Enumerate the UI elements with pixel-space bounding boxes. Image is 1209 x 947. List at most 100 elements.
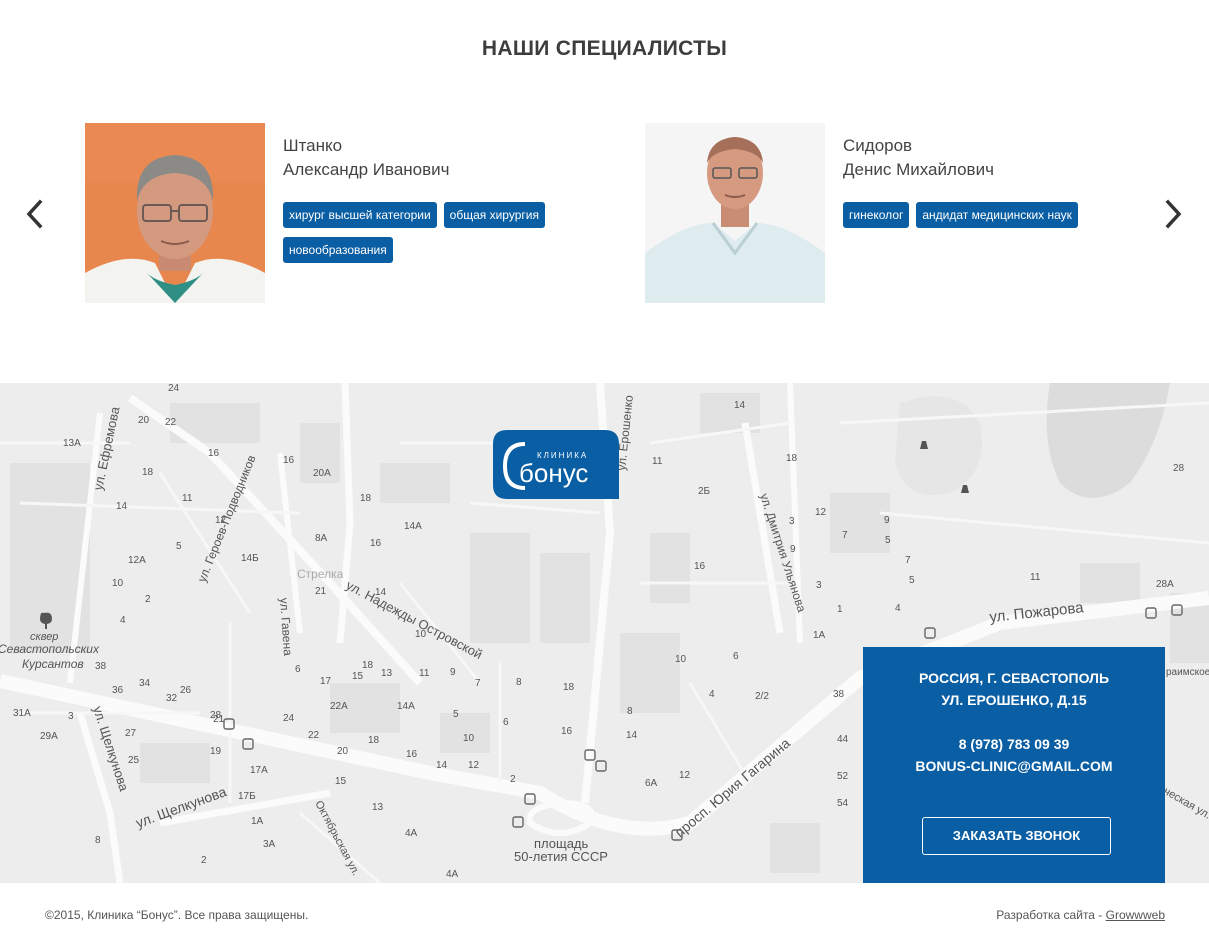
svg-text:22: 22 <box>308 730 320 741</box>
svg-text:12: 12 <box>679 770 691 781</box>
location-map[interactable]: ул. Ефремова ул. Героев-Подводников ул. … <box>0 383 1209 883</box>
svg-text:5: 5 <box>885 535 891 546</box>
svg-text:8А: 8А <box>315 533 328 544</box>
doctor-portrait-image <box>85 123 265 303</box>
svg-text:24: 24 <box>283 713 295 724</box>
doctor-given-names: Денис Михайлович <box>843 160 994 179</box>
svg-text:44: 44 <box>837 734 849 745</box>
svg-text:20: 20 <box>138 415 150 426</box>
svg-text:2/2: 2/2 <box>755 691 769 702</box>
email-address[interactable]: BONUS-CLINIC@GMAIL.COM <box>863 755 1165 777</box>
svg-text:28: 28 <box>1173 463 1185 474</box>
svg-text:13А: 13А <box>63 438 81 449</box>
svg-text:14: 14 <box>734 400 746 411</box>
svg-text:18: 18 <box>563 682 575 693</box>
svg-text:2Б: 2Б <box>698 486 711 497</box>
specialty-tag[interactable]: андидат медицинских наук <box>916 202 1078 228</box>
svg-text:12: 12 <box>215 515 227 526</box>
svg-text:6: 6 <box>733 651 739 662</box>
svg-text:17А: 17А <box>250 765 268 776</box>
svg-text:20: 20 <box>337 746 349 757</box>
svg-text:16: 16 <box>208 448 220 459</box>
svg-text:18: 18 <box>786 453 798 464</box>
svg-text:14А: 14А <box>397 701 415 712</box>
copyright-text: ©2015, Клиника “Бонус”. Все права защище… <box>45 908 309 922</box>
svg-text:16: 16 <box>370 538 382 549</box>
request-call-button[interactable]: ЗАКАЗАТЬ ЗВОНОК <box>922 817 1111 855</box>
svg-text:4: 4 <box>895 603 901 614</box>
clinic-logo-marker[interactable]: КЛИНИКА бонус <box>493 430 619 499</box>
svg-text:11: 11 <box>652 456 663 467</box>
developer-credit: Разработка сайта - Growwweb <box>996 908 1165 922</box>
doctor-photo[interactable] <box>645 123 825 303</box>
svg-text:5: 5 <box>453 709 459 720</box>
specialty-tag[interactable]: общая хирургия <box>443 202 545 228</box>
svg-text:3: 3 <box>789 516 795 527</box>
svg-text:1: 1 <box>837 604 843 615</box>
svg-text:9: 9 <box>790 544 796 555</box>
svg-text:8: 8 <box>627 706 633 717</box>
svg-text:31А: 31А <box>13 708 31 719</box>
doctor-name[interactable]: Штанко Александр Иванович <box>283 134 613 182</box>
svg-text:38: 38 <box>95 661 107 672</box>
svg-text:21: 21 <box>315 586 327 597</box>
svg-text:27: 27 <box>125 728 137 739</box>
svg-text:16: 16 <box>283 455 295 466</box>
svg-text:36: 36 <box>112 685 124 696</box>
chevron-right-icon <box>1165 199 1182 229</box>
svg-text:13: 13 <box>372 802 384 813</box>
svg-text:7: 7 <box>475 678 481 689</box>
doctor-name[interactable]: Сидоров Денис Михайлович <box>843 134 1173 182</box>
svg-text:14: 14 <box>116 501 128 512</box>
svg-text:26: 26 <box>180 685 192 696</box>
specialty-tag[interactable]: новообразования <box>283 237 393 263</box>
svg-text:9: 9 <box>450 667 456 678</box>
contact-info-box: РОССИЯ, Г. СЕВАСТОПОЛЬ УЛ. ЕРОШЕНКО, Д.1… <box>863 647 1165 883</box>
developer-link[interactable]: Growwweb <box>1106 908 1165 922</box>
svg-text:5: 5 <box>176 541 182 552</box>
doctor-portrait-image <box>645 123 825 303</box>
svg-text:22А: 22А <box>330 701 348 712</box>
svg-text:14Б: 14Б <box>241 553 259 564</box>
svg-text:7: 7 <box>842 530 848 541</box>
doctor-tags: гинеколог андидат медицинских наук <box>843 202 1143 237</box>
svg-text:19: 19 <box>210 746 222 757</box>
svg-text:8: 8 <box>516 677 522 688</box>
svg-text:52: 52 <box>837 771 849 782</box>
svg-text:12: 12 <box>468 760 480 771</box>
svg-text:34: 34 <box>139 678 151 689</box>
doctor-surname: Сидоров <box>843 136 913 155</box>
svg-text:4: 4 <box>709 689 715 700</box>
park-label: Севастопольских <box>0 642 100 656</box>
svg-text:18: 18 <box>368 735 380 746</box>
svg-text:8: 8 <box>95 835 101 846</box>
doctor-given-names: Александр Иванович <box>283 160 450 179</box>
carousel-next-button[interactable] <box>1158 198 1188 230</box>
phone-number[interactable]: 8 (978) 783 09 39 <box>863 733 1165 755</box>
svg-text:14А: 14А <box>404 521 422 532</box>
specialists-section: НАШИ СПЕЦИАЛИСТЫ Штанко Александр Иванов… <box>0 0 1209 383</box>
chevron-left-icon <box>26 199 43 229</box>
svg-text:7: 7 <box>905 555 911 566</box>
svg-text:10: 10 <box>463 733 475 744</box>
carousel-prev-button[interactable] <box>20 198 50 230</box>
specialty-tag[interactable]: хирург высшей категории <box>283 202 437 228</box>
svg-text:12А: 12А <box>128 555 146 566</box>
svg-text:14: 14 <box>436 760 448 771</box>
svg-text:24: 24 <box>168 383 180 394</box>
svg-text:5: 5 <box>909 575 915 586</box>
doctor-surname: Штанко <box>283 136 343 155</box>
doctor-tags: хирург высшей категории общая хирургия нов… <box>283 202 583 272</box>
svg-text:29А: 29А <box>40 731 58 742</box>
square-label: 50-летия СССР <box>514 849 608 864</box>
svg-text:16: 16 <box>561 726 573 737</box>
address-city: РОССИЯ, Г. СЕВАСТОПОЛЬ <box>918 670 1110 686</box>
svg-text:6А: 6А <box>645 778 658 789</box>
park-label: Курсантов <box>22 657 84 671</box>
svg-text:1А: 1А <box>813 630 826 641</box>
svg-text:14: 14 <box>375 587 387 598</box>
svg-text:2: 2 <box>145 594 151 605</box>
specialty-tag[interactable]: гинеколог <box>843 202 910 228</box>
svg-text:20А: 20А <box>313 468 331 479</box>
doctor-photo[interactable] <box>85 123 265 303</box>
